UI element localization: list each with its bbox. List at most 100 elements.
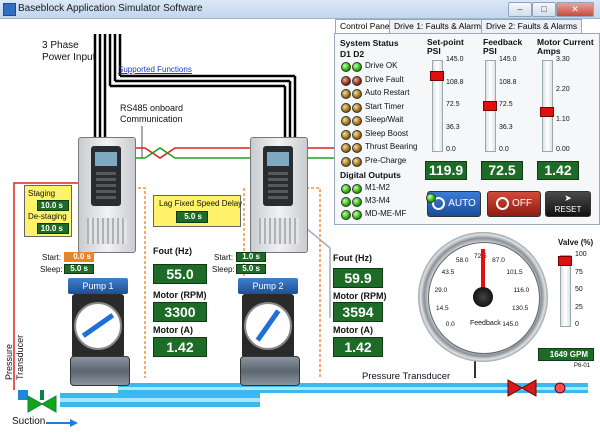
pump1-label: Pump 1 — [68, 278, 128, 294]
suction-label: Suction — [12, 416, 46, 427]
setpoint-slider[interactable] — [430, 71, 444, 82]
motor-current-value: 1.42 — [537, 161, 579, 180]
gauge-tick: 58.0 — [455, 257, 469, 265]
lag-delay-value[interactable]: 5.0 s — [176, 211, 208, 223]
scale-tick: 0 — [575, 321, 579, 328]
system-status-header: System Status — [340, 38, 399, 48]
auto-button-label: AUTO — [448, 198, 476, 209]
scale-tick: 145.0 — [446, 56, 464, 63]
scale-tick: 36.3 — [499, 123, 513, 131]
status-item-label: Sleep/Wait — [365, 115, 404, 124]
close-button[interactable]: ✕ — [556, 2, 594, 17]
tab-control-panel[interactable]: Control Panel — [335, 19, 397, 34]
motor-current-scale — [542, 60, 553, 152]
output-d2-led — [352, 184, 362, 194]
gauge-feedback-label: Feedback — [470, 320, 501, 327]
pump1-motor — [70, 356, 130, 386]
setpoint-header: Set-point PSI — [427, 37, 464, 56]
gauge-tick: 43.5 — [441, 269, 455, 277]
status-item-label: Start Timer — [365, 101, 405, 111]
power-input-label: 3 Phase Power Input — [42, 40, 96, 63]
pump2-start-label: Start: — [214, 253, 234, 262]
supported-functions-link[interactable]: Supported Functions — [118, 65, 192, 74]
reset-arrow-icon: ➤ — [564, 193, 572, 203]
vfd-drive-2[interactable] — [250, 137, 308, 253]
maximize-button[interactable]: □ — [532, 2, 556, 17]
scale-tick: 25 — [575, 303, 583, 311]
vfd-drive-1[interactable] — [78, 137, 136, 253]
gauge-tick: 14.5 — [435, 305, 449, 313]
scale-tick: 100 — [575, 251, 587, 258]
flow-gpm: 1649 GPM — [538, 348, 594, 361]
motor-current-slider — [540, 107, 554, 118]
reset-button[interactable]: ➤ RESET — [545, 191, 591, 217]
scale-tick: 0.00 — [556, 146, 570, 153]
status-d2-led — [352, 75, 362, 86]
gauge-tick: 116.0 — [513, 286, 530, 294]
pump2-rpm-label: Motor (RPM) — [333, 291, 387, 301]
feedback-header: Feedback PSI — [483, 37, 523, 56]
control-panel: System Status D1 D2 Drive OK Drive Fault A… — [334, 33, 600, 225]
reset-button-label: RESET — [554, 205, 582, 214]
gauge-tick: 130.5 — [512, 305, 529, 313]
status-d2-led — [352, 116, 362, 126]
pump1-body — [72, 294, 124, 358]
scale-tick: 108.8 — [446, 78, 464, 86]
scale-tick: 72.5 — [446, 101, 460, 108]
tab-drive2-faults[interactable]: Drive 2: Faults & Alarms — [481, 19, 583, 33]
feedback-gauge: 0.014.529.043.558.072.587.0101.5116.0130… — [418, 232, 548, 362]
tab-drive1-faults[interactable]: Drive 1: Faults & Alarms — [389, 19, 491, 33]
output-d1-led — [341, 184, 351, 194]
pressure-transducer-left-label: Pressure Transducer — [4, 334, 25, 380]
output-item-label: MD-ME-MF — [365, 209, 407, 218]
status-d2-led — [352, 89, 362, 99]
off-button-label: OFF — [512, 198, 532, 209]
system-status-cols: D1 D2 — [340, 49, 365, 59]
valve-slider[interactable] — [558, 255, 572, 266]
gauge-tick: 29.0 — [434, 286, 448, 294]
pump2-rpm-value: 3594 — [333, 302, 383, 322]
pump1-sleep-value[interactable]: 5.0 s — [64, 264, 94, 274]
scale-tick: 75 — [575, 268, 583, 276]
status-d2-led — [352, 143, 362, 153]
destaging-value[interactable]: 10.0 s — [37, 223, 69, 234]
window-title: Baseblock Application Simulator Software — [18, 3, 203, 14]
output-item-label: M3-M4 — [365, 196, 390, 205]
gauge-tick: 87.0 — [492, 257, 505, 265]
pump2-label: Pump 2 — [238, 278, 298, 294]
gauge-tick: 101.5 — [506, 269, 523, 277]
status-item-label: Pre-Charge — [365, 155, 407, 165]
status-item-label: Thrust Bearing — [365, 142, 418, 151]
pump2-fout-label: Fout (Hz) — [333, 253, 372, 263]
pump2-sleep-label: Sleep: — [212, 265, 235, 274]
valve-label: Valve (%) — [558, 238, 594, 247]
rs485-label: RS485 onboard Communication — [120, 103, 184, 124]
scale-tick: 0.0 — [446, 146, 456, 153]
off-button[interactable]: OFF — [487, 191, 541, 217]
pressure-transducer-label: Pressure Transducer — [362, 371, 451, 382]
title-bar: Baseblock Application Simulator Software… — [0, 0, 600, 19]
pump1-start-value[interactable]: 0.0 s — [64, 252, 94, 262]
pipe-tag: P6-01 — [574, 363, 591, 369]
pump2-amps-label: Motor (A) — [333, 325, 373, 335]
staging-value[interactable]: 10.0 s — [37, 200, 69, 211]
scale-tick: 72.5 — [499, 101, 513, 108]
scale-tick: 108.8 — [499, 78, 517, 86]
status-item-label: Drive Fault — [365, 74, 404, 84]
lag-delay-box: Lag Fixed Speed Delay 5.0 s — [153, 195, 242, 227]
scale-tick: 36.3 — [446, 123, 460, 131]
feedback-value: 72.5 — [481, 161, 523, 180]
scale-tick: 2.20 — [556, 86, 570, 93]
staging-label: Staging — [28, 189, 56, 198]
pump2-start-value[interactable]: 1.0 s — [236, 252, 266, 262]
pump2-sleep-value[interactable]: 5.0 s — [236, 264, 266, 274]
pump2-amps-value: 1.42 — [333, 337, 383, 357]
scale-tick: 3.30 — [556, 56, 570, 63]
minimize-button[interactable]: – — [508, 2, 532, 17]
destaging-label: De-staging — [28, 212, 67, 221]
pump1-rpm-value: 3300 — [153, 302, 207, 322]
status-d1-led — [341, 156, 351, 167]
status-d1-led — [341, 143, 351, 153]
status-item-label: Sleep Boost — [365, 128, 409, 138]
auto-status-led — [426, 193, 436, 203]
